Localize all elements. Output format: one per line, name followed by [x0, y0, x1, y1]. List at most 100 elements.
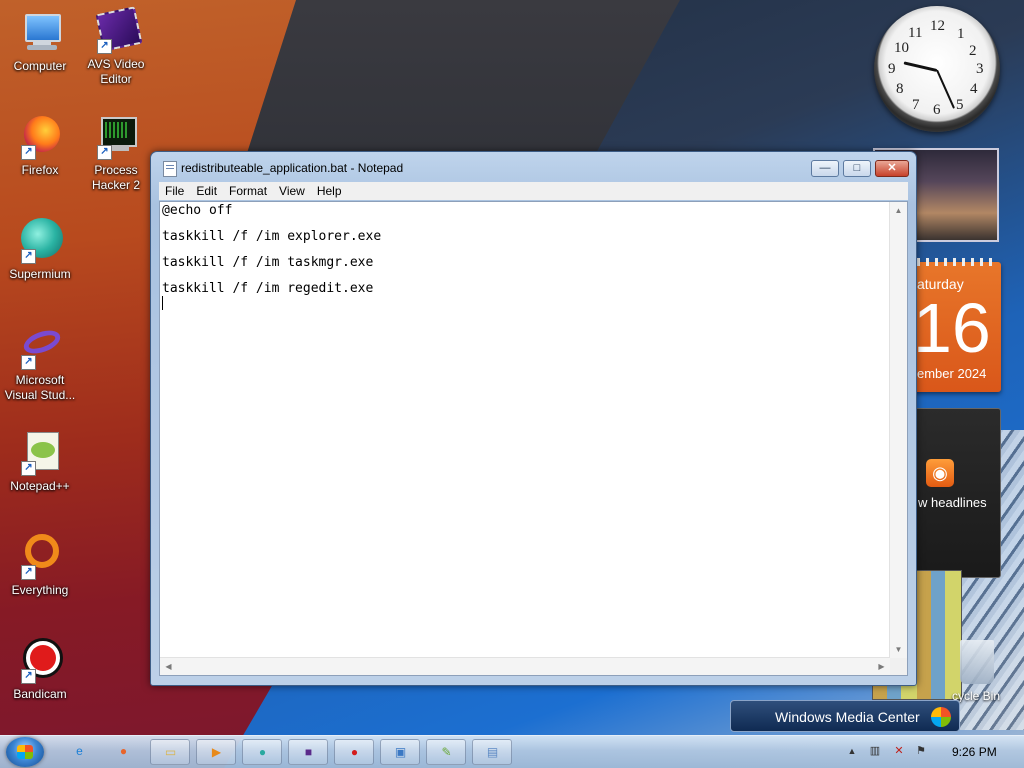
file-explorer-icon: ▭	[164, 745, 177, 759]
desktop-icon-label: Bandicam	[13, 687, 67, 701]
close-button[interactable]: ✕	[875, 160, 909, 177]
taskbar-button-supermium[interactable]: ●	[242, 739, 282, 765]
taskbar-button-firefox[interactable]: ●	[104, 739, 144, 765]
menu-view[interactable]: View	[273, 182, 311, 200]
avs-video-editor-icon: ↗	[93, 6, 143, 54]
taskbar-button-notepad[interactable]: ▤	[472, 739, 512, 765]
windows-logo-icon	[17, 745, 33, 759]
windows-logo-icon	[931, 707, 951, 727]
desktop-icon-label: Microsoft Visual Stud...	[4, 373, 76, 402]
desktop-icon-firefox[interactable]: ↗ Firefox	[2, 114, 78, 178]
process-hacker-icon: ↗	[93, 114, 139, 160]
desktop-icon-label: Supermium	[9, 267, 71, 281]
firefox-icon: ↗	[17, 114, 63, 160]
menu-edit[interactable]: Edit	[190, 182, 223, 200]
clock-number: 6	[933, 102, 941, 118]
shortcut-arrow-icon: ↗	[21, 565, 36, 580]
desktop-icon-label: Everything	[11, 583, 69, 597]
feed-headlines-label: w headlines	[918, 495, 987, 510]
everything-icon: ↗	[17, 534, 63, 580]
vertical-scrollbar[interactable]: ▲ ▼	[889, 202, 907, 658]
clock-number: 1	[957, 26, 965, 42]
windows-media-center-gadget[interactable]: Windows Media Center	[730, 700, 960, 732]
shortcut-arrow-icon: ↗	[97, 39, 112, 54]
avs-video-editor-icon: ■	[304, 745, 313, 759]
text-area[interactable]: @echo off taskkill /f /im explorer.exe t…	[160, 202, 890, 658]
maximize-button[interactable]: □	[843, 160, 871, 177]
clock-number: 9	[888, 61, 896, 77]
computer-icon	[17, 10, 63, 56]
menu-file[interactable]: File	[159, 182, 190, 200]
windows-media-center-label: Windows Media Center	[775, 709, 920, 725]
desktop-icon-supermium[interactable]: ↗ Supermium	[2, 218, 78, 282]
taskbar: e ● ▭ ▶ ● ■ ● ▣ ✎ ▤ ▲ ▥ ✕ ⚑ 9:26 PM	[0, 735, 1024, 768]
text-line: taskkill /f /im taskmgr.exe	[162, 255, 374, 270]
calendar-rings	[917, 258, 995, 266]
scroll-right-arrow-icon[interactable]: ▶	[873, 658, 890, 675]
calendar-date: 16	[913, 289, 991, 367]
text-line: taskkill /f /im regedit.exe	[162, 281, 374, 296]
desktop-icon-notepad-plus-plus[interactable]: ↗ Notepad++	[2, 430, 78, 494]
taskbar-button-media-player[interactable]: ▶	[196, 739, 236, 765]
shortcut-arrow-icon: ↗	[21, 355, 36, 370]
shortcut-arrow-icon: ↗	[21, 461, 36, 476]
clock-gadget[interactable]: 12 1 2 3 4 5 6 7 8 9 10 11	[874, 6, 1000, 132]
notepad-plus-plus-icon: ↗	[17, 430, 63, 476]
desktop-icon-avs-video-editor[interactable]: ↗ AVS Video Editor	[78, 6, 154, 87]
taskbar-button-remote-desktop[interactable]: ▣	[380, 739, 420, 765]
scroll-left-arrow-icon[interactable]: ◀	[160, 658, 177, 675]
desktop-icon-label: Process Hacker 2	[91, 163, 141, 192]
scroll-up-arrow-icon[interactable]: ▲	[890, 202, 907, 219]
notepad-icon	[163, 161, 177, 177]
shortcut-arrow-icon: ↗	[21, 669, 36, 684]
desktop-icon-label: Computer	[13, 59, 67, 73]
calendar-month: ember 2024	[917, 366, 987, 381]
media-player-icon: ▶	[211, 745, 222, 759]
horizontal-scrollbar[interactable]: ◀ ▶	[160, 657, 890, 675]
volume-muted-icon[interactable]: ✕	[892, 744, 906, 758]
scrollbar-corner	[890, 658, 907, 675]
desktop-icon-visual-studio[interactable]: ↗ Microsoft Visual Stud...	[2, 324, 78, 403]
menu-format[interactable]: Format	[223, 182, 273, 200]
supermium-icon: ●	[258, 745, 267, 759]
menu-help[interactable]: Help	[311, 182, 348, 200]
internet-explorer-icon: e	[76, 744, 83, 758]
taskbar-button-internet-explorer[interactable]: e	[60, 739, 100, 765]
clock-time[interactable]: 9:26 PM	[952, 745, 997, 759]
clock-number: 4	[970, 81, 978, 97]
supermium-icon: ↗	[17, 218, 63, 264]
taskbar-button-file-explorer[interactable]: ▭	[150, 739, 190, 765]
start-button[interactable]	[6, 737, 44, 767]
shortcut-arrow-icon: ↗	[97, 145, 112, 160]
desktop-icon-bandicam[interactable]: ↗ Bandicam	[2, 638, 78, 702]
taskbar-button-notepad-plus-plus[interactable]: ✎	[426, 739, 466, 765]
menu-bar: File Edit Format View Help	[159, 182, 908, 200]
notepad-plus-plus-icon: ✎	[441, 745, 452, 759]
shortcut-arrow-icon: ↗	[21, 249, 36, 264]
desktop-icon-computer[interactable]: Computer	[2, 10, 78, 74]
taskbar-button-bandicam[interactable]: ●	[334, 739, 374, 765]
desktop-icon-everything[interactable]: ↗ Everything	[2, 534, 78, 598]
clock-number: 11	[908, 25, 923, 41]
title-bar[interactable]: redistributeable_application.bat - Notep…	[151, 152, 916, 182]
clock-number: 12	[930, 18, 945, 34]
rss-icon: ◉	[926, 459, 954, 487]
action-center-flag-icon[interactable]: ⚑	[914, 744, 928, 758]
network-icon[interactable]: ▥	[868, 744, 882, 758]
show-hidden-icons-chevron-icon[interactable]: ▲	[845, 744, 859, 758]
text-editor[interactable]: @echo off taskkill /f /im explorer.exe t…	[159, 201, 908, 676]
text-line: taskkill /f /im explorer.exe	[162, 229, 382, 244]
notepad-icon: ▤	[486, 745, 499, 759]
firefox-icon: ●	[119, 744, 128, 758]
recycle-bin-icon[interactable]	[960, 640, 994, 684]
taskbar-button-avs-video-editor[interactable]: ■	[288, 739, 328, 765]
clock-number: 8	[896, 81, 904, 97]
minimize-button[interactable]: —	[811, 160, 839, 177]
clock-number: 2	[969, 43, 977, 59]
bandicam-icon: ↗	[17, 638, 63, 684]
clock-hour-hand	[903, 61, 938, 72]
desktop-icon-process-hacker[interactable]: ↗ Process Hacker 2	[78, 114, 154, 193]
scroll-down-arrow-icon[interactable]: ▼	[890, 641, 907, 658]
notepad-window[interactable]: redistributeable_application.bat - Notep…	[150, 151, 917, 686]
clock-number: 7	[912, 97, 920, 113]
